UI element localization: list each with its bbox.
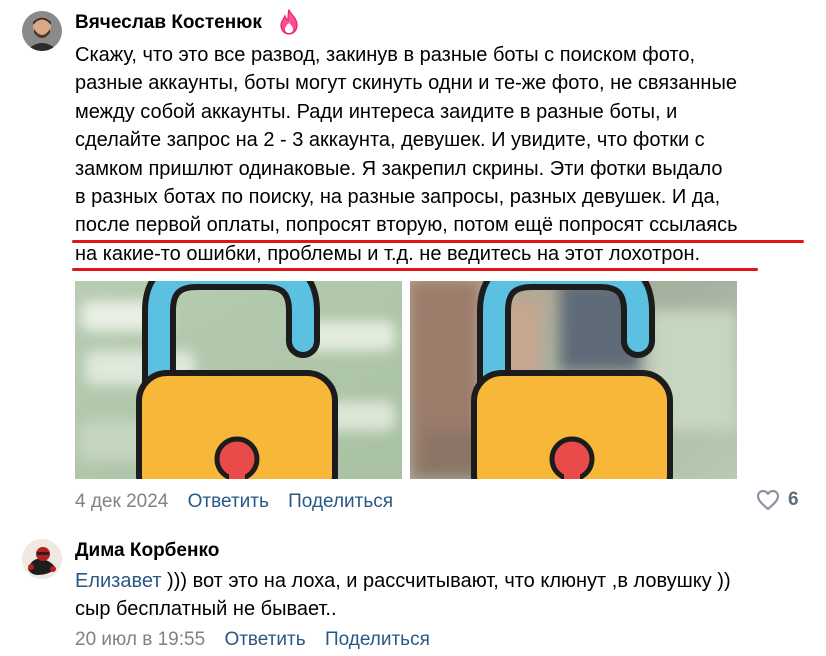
reply-button[interactable]: Ответить	[188, 491, 269, 512]
likes-count: 6	[788, 489, 799, 510]
author-name[interactable]: Дима Корбенко	[75, 540, 219, 561]
red-underline	[72, 268, 758, 271]
text-line: разные аккаунты, боты могут скинуть одни…	[75, 72, 737, 95]
avatar[interactable]	[22, 11, 62, 51]
comment-date[interactable]: 20 июл в 19:55	[75, 629, 205, 650]
comment-text: Скажу, что это все развод, закинув в раз…	[75, 41, 738, 268]
text-line: в разных ботах по поиску, на разные запр…	[75, 185, 721, 208]
text-fragment: ))) вот это на лоха, и рассчитывают, что…	[161, 570, 731, 592]
mention-link[interactable]: Елизавет	[75, 570, 162, 592]
comment-meta: 4 дек 2024 Ответить Поделиться	[75, 491, 393, 513]
text-line: Елизавет ))) вот это на лоха, и рассчиты…	[75, 567, 731, 595]
comment-author[interactable]: Дима Корбенко	[75, 540, 219, 562]
comment: Вячеслав Костенюк Скажу, что это все раз…	[0, 0, 826, 520]
comment: Дима Корбенко Елизавет ))) вот это на ло…	[0, 520, 826, 656]
author-name[interactable]: Вячеслав Костенюк	[75, 12, 262, 33]
attached-photo[interactable]	[75, 281, 402, 479]
share-button[interactable]: Поделиться	[325, 629, 430, 650]
comment-text: Елизавет ))) вот это на лоха, и рассчиты…	[75, 567, 731, 624]
comment-date[interactable]: 4 дек 2024	[75, 491, 168, 512]
text-line: Скажу, что это все развод, закинув в раз…	[75, 44, 696, 66]
avatar[interactable]	[22, 539, 62, 579]
text-line: после первой оплаты, попросят вторую, по…	[75, 214, 738, 237]
heart-outline-icon	[756, 489, 780, 511]
share-button[interactable]: Поделиться	[288, 491, 393, 512]
red-underline	[72, 240, 804, 243]
text-line: сделайте запрос на 2 - 3 аккаунта, девуш…	[75, 129, 705, 152]
text-line: замком пришлют одинаковые. Я закрепил ск…	[75, 157, 723, 180]
text-line: между собой аккаунты. Ради интереса заид…	[75, 100, 678, 123]
flame-icon	[277, 8, 301, 35]
comment-author[interactable]: Вячеслав Костенюк	[75, 12, 262, 34]
text-line: на какие-то ошибки, проблемы и т.д. не в…	[75, 242, 701, 265]
comment-meta: 20 июл в 19:55 Ответить Поделиться	[75, 629, 430, 651]
like-button[interactable]: 6	[756, 489, 799, 511]
text-line: сыр бесплатный не бывает..	[75, 598, 337, 621]
attached-photo[interactable]	[410, 281, 737, 479]
reply-button[interactable]: Ответить	[224, 629, 305, 650]
